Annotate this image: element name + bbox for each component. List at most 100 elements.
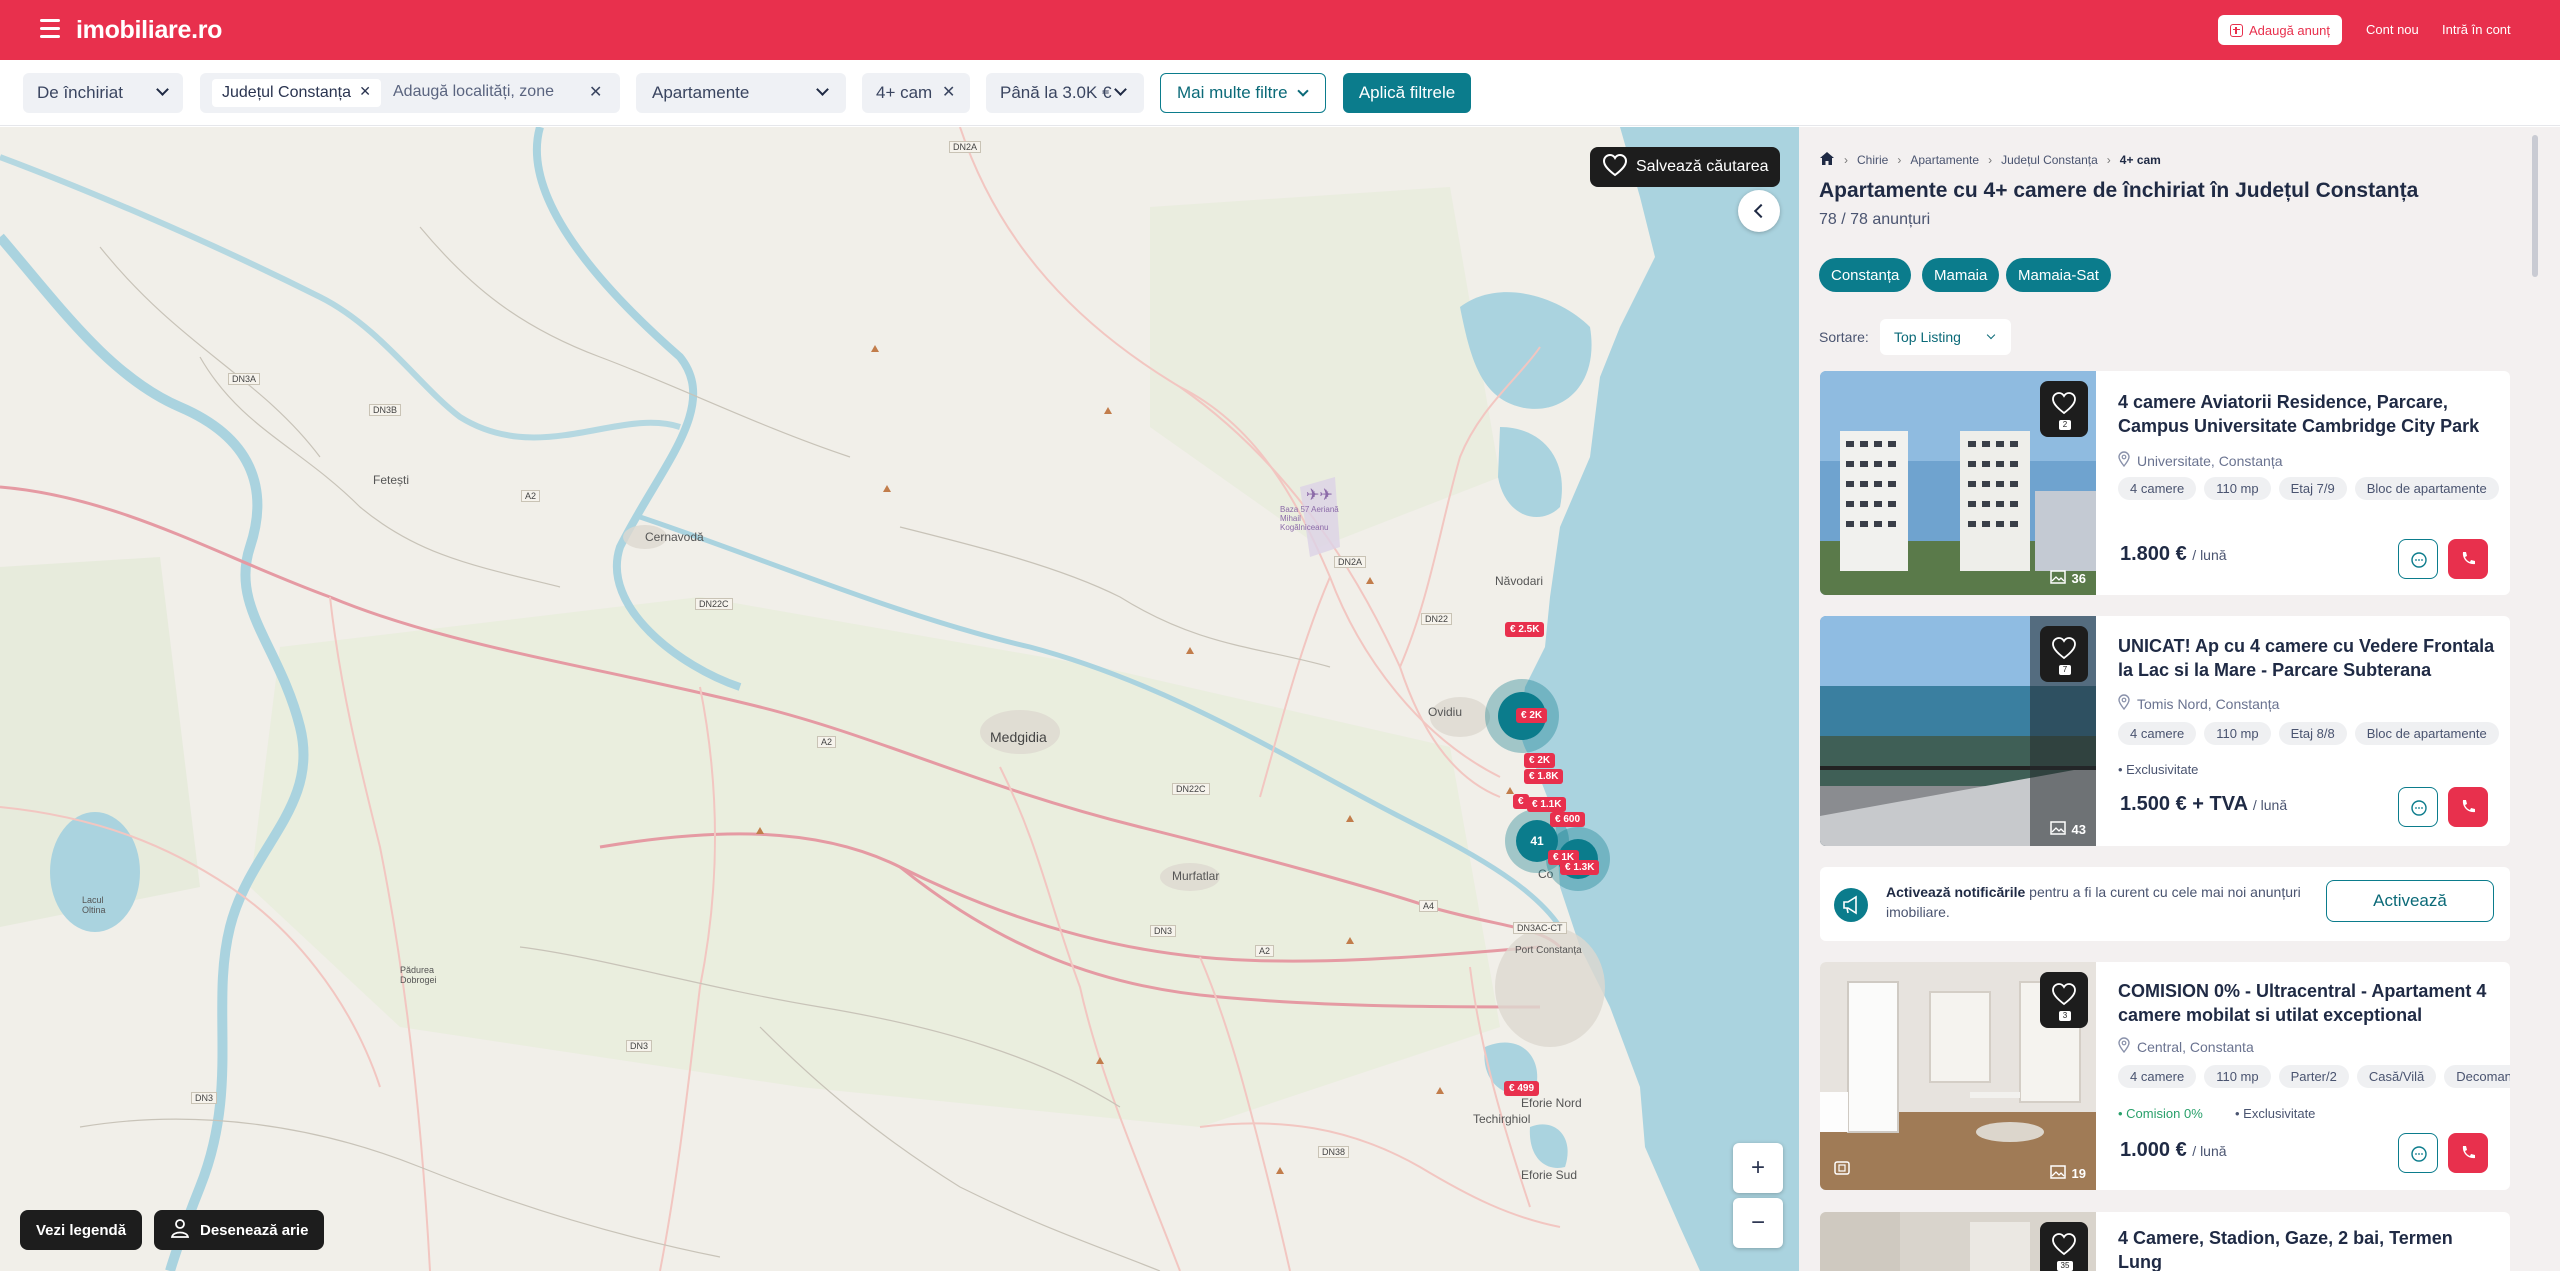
price-pin[interactable]: € 2.5K <box>1505 622 1545 637</box>
road-shield: DN2A <box>1334 556 1367 568</box>
road-shield: DN2A <box>949 141 982 153</box>
results-panel[interactable]: › Chirie › Apartamente › Județul Constan… <box>1799 127 2560 1271</box>
listing-card[interactable]: 35 4 Camere, Stadion, Gaze, 2 bai, Terme… <box>1820 1212 2510 1271</box>
listing-card[interactable]: 2 36 4 camere Aviatorii Residence, Parca… <box>1820 371 2510 595</box>
sort-label: Sortare: <box>1819 329 1869 345</box>
sort-select[interactable]: Top Listing <box>1880 319 2011 355</box>
favorite-button[interactable]: 3 <box>2040 972 2088 1028</box>
area-pill[interactable]: Mamaia-Sat <box>2006 258 2111 292</box>
call-button[interactable] <box>2448 1133 2488 1173</box>
listing-location: Tomis Nord, Constanța <box>2118 694 2279 713</box>
price-pin[interactable]: € 1.1K <box>1527 797 1567 812</box>
listing-photo[interactable]: 2 36 <box>1820 371 2096 595</box>
listing-location: Central, Constanta <box>2118 1037 2254 1056</box>
apply-filters-button[interactable]: Aplică filtrele <box>1343 73 1471 113</box>
price-pin[interactable]: € 499 <box>1504 1081 1540 1096</box>
new-account-link[interactable]: Cont nou <box>2366 22 2419 37</box>
favorite-button[interactable]: 2 <box>2040 381 2088 437</box>
legend-button[interactable]: Vezi legendă <box>20 1210 143 1250</box>
favorite-button[interactable]: 35 <box>2040 1222 2088 1271</box>
chevron-right-icon: › <box>2106 153 2111 167</box>
city-label: Port Constanța <box>1515 945 1582 956</box>
chevron-right-icon: › <box>1988 153 1993 167</box>
listing-title[interactable]: 4 camere Aviatorii Residence, Parcare, C… <box>2118 390 2498 438</box>
megaphone-icon <box>1834 888 1868 922</box>
remove-location-icon[interactable]: ✕ <box>359 83 371 100</box>
activate-notifications-button[interactable]: Activează <box>2326 880 2494 922</box>
price-pin[interactable]: € 1.3K <box>1560 860 1600 875</box>
listing-title[interactable]: COMISION 0% - Ultracentral - Apartament … <box>2118 979 2498 1027</box>
price-pin[interactable]: € 2K <box>1516 708 1548 723</box>
collapse-map-button[interactable] <box>1738 190 1780 232</box>
airport-label: Baza 57 Aeriană Mihail Kogălniceanu <box>1280 505 1339 532</box>
listing-photo[interactable]: 35 <box>1820 1212 2096 1271</box>
listing-card[interactable]: 7 43 UNICAT! Ap cu 4 camere cu Vedere Fr… <box>1820 616 2510 846</box>
home-icon[interactable] <box>1819 151 1835 169</box>
area-pill[interactable]: Mamaia <box>1922 258 2000 292</box>
breadcrumb-link[interactable]: Județul Constanța <box>2001 153 2098 167</box>
city-label: Eforie Nord <box>1521 1096 1582 1110</box>
listing-card[interactable]: 3 19 COMISION 0% - Ultracentral - Aparta… <box>1820 962 2510 1190</box>
menu-icon[interactable] <box>40 19 60 41</box>
image-icon <box>2049 570 2066 587</box>
map-area[interactable]: Medgidia Cernavodă Fetești Murfatlar Ovi… <box>0 127 1799 1271</box>
save-search-button[interactable]: Salvează căutarea <box>1590 147 1780 187</box>
tag: Bloc de apartamente <box>2354 477 2499 500</box>
listing-photo[interactable]: 3 19 <box>1820 962 2096 1190</box>
price-pin[interactable]: € 2K <box>1524 753 1556 768</box>
listing-title[interactable]: UNICAT! Ap cu 4 camere cu Vedere Frontal… <box>2118 634 2498 682</box>
road-shield: A2 <box>521 490 541 502</box>
draw-area-label: Desenează arie <box>200 1221 309 1239</box>
save-search-label: Salvează căutarea <box>1636 158 1769 175</box>
call-button[interactable] <box>2448 787 2488 827</box>
tag: 110 mp <box>2204 1065 2271 1088</box>
price-pin[interactable]: € 1.8K <box>1524 769 1564 784</box>
listing-title[interactable]: 4 Camere, Stadion, Gaze, 2 bai, Termen L… <box>2118 1226 2498 1271</box>
price-value: 1.500 € + TVA <box>2120 793 2248 815</box>
chevron-down-icon <box>1297 85 1309 97</box>
message-button[interactable] <box>2398 539 2438 579</box>
price-filter[interactable]: Până la 3.0K € <box>986 73 1144 113</box>
photo-count: 19 <box>2049 1165 2086 1182</box>
listing-photo[interactable]: 7 43 <box>1820 616 2096 846</box>
property-type-select[interactable]: Apartamente <box>636 73 846 113</box>
more-filters-button[interactable]: Mai multe filtre <box>1160 73 1326 113</box>
listing-tags: 4 camere 110 mp Etaj 7/9 Bloc de apartam… <box>2118 477 2510 500</box>
add-listing-button[interactable]: Adaugă anunț <box>2218 15 2342 45</box>
location-field[interactable]: Județul Constanța ✕ Adaugă localități, z… <box>200 73 620 113</box>
tag: 4 camere <box>2118 1065 2197 1088</box>
draw-area-button[interactable]: Desenează arie <box>154 1210 325 1250</box>
commission-note: • Comision 0% <box>2118 1106 2203 1121</box>
zoom-in-button[interactable]: + <box>1733 1143 1783 1193</box>
location-text: Central, Constanta <box>2137 1038 2254 1055</box>
location-text: Tomis Nord, Constanța <box>2137 695 2280 712</box>
top-navigation-bar: imobiliare.ro Adaugă anunț Cont nou Intr… <box>0 0 2560 60</box>
rooms-filter[interactable]: 4+ cam ✕ <box>862 73 970 113</box>
price-pin[interactable]: € 600 <box>1550 812 1586 827</box>
exclusive-note: • Exclusivitate <box>2235 1106 2316 1121</box>
rooms-value: 4+ cam <box>876 83 933 102</box>
site-logo[interactable]: imobiliare.ro <box>76 16 222 45</box>
breadcrumb-link[interactable]: Chirie <box>1857 153 1888 167</box>
location-search-input[interactable]: Adaugă localități, zone <box>393 83 554 101</box>
login-link[interactable]: Intră în cont <box>2442 22 2511 37</box>
add-icon <box>2230 23 2243 37</box>
transaction-type-select[interactable]: De închiriat <box>23 73 183 113</box>
city-label: Medgidia <box>990 729 1047 745</box>
notification-text: Activează notificările pentru a fi la cu… <box>1886 882 2346 922</box>
favorite-count: 7 <box>2059 665 2071 675</box>
forest-label: Pădurea Dobrogei <box>400 965 437 985</box>
call-button[interactable] <box>2448 539 2488 579</box>
notification-bold: Activează notificările <box>1886 884 2026 900</box>
road-shield: DN22 <box>1421 613 1453 625</box>
breadcrumb-link[interactable]: Apartamente <box>1910 153 1979 167</box>
results-scrollbar[interactable] <box>2532 135 2538 277</box>
area-pill[interactable]: Constanța <box>1819 258 1912 292</box>
message-button[interactable] <box>2398 787 2438 827</box>
zoom-out-button[interactable]: − <box>1733 1198 1783 1248</box>
tag: Casă/Vilă <box>2356 1065 2437 1088</box>
favorite-button[interactable]: 7 <box>2040 626 2088 682</box>
clear-rooms-icon[interactable]: ✕ <box>942 82 955 102</box>
message-button[interactable] <box>2398 1133 2438 1173</box>
clear-location-icon[interactable]: ✕ <box>589 82 602 102</box>
